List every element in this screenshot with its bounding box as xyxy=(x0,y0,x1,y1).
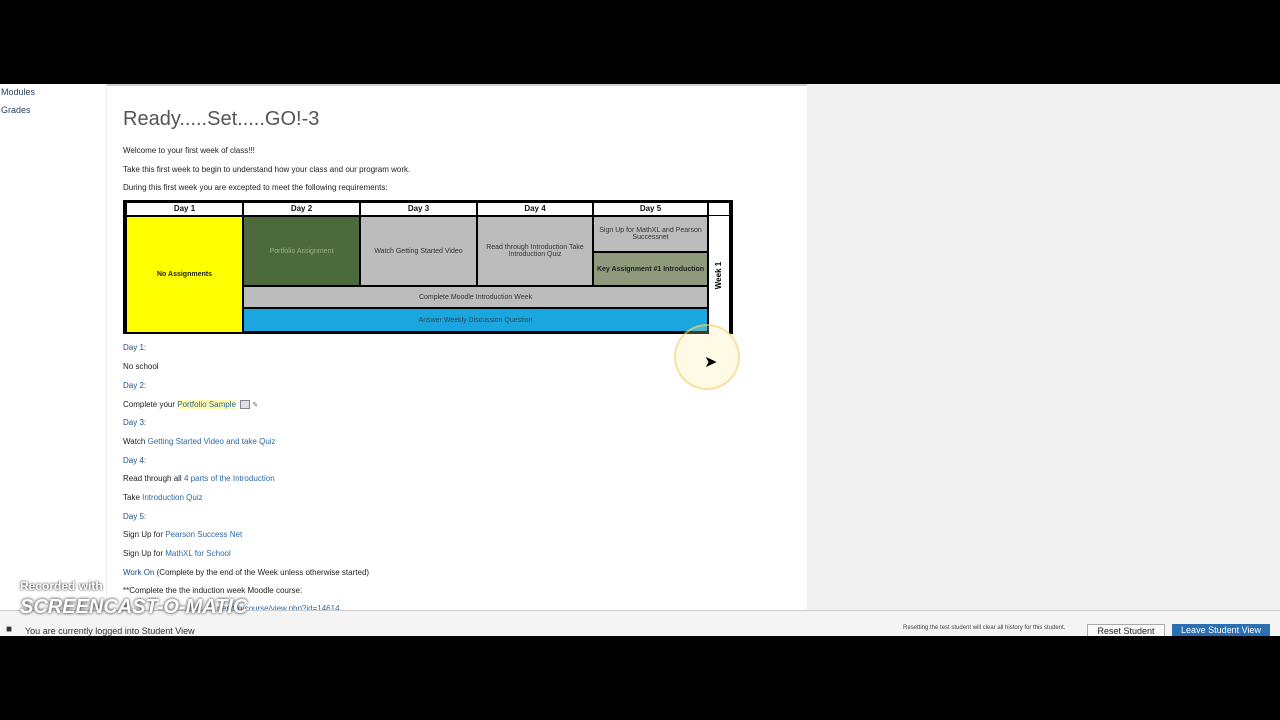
introduction-parts-link[interactable]: 4 parts of the Introduction xyxy=(184,474,275,483)
right-pane xyxy=(807,84,1280,610)
moodle-note: **Complete the the induction week Moodle… xyxy=(123,586,303,595)
left-nav: Modules Grades xyxy=(0,84,105,120)
watermark-logo: SCREENCAST-O-MATIC xyxy=(20,596,248,618)
day4-line: Read through all 4 parts of the Introduc… xyxy=(123,474,275,483)
cell-day1-no-assignments: No Assignments xyxy=(127,217,242,332)
header-blank xyxy=(709,203,729,215)
schedule-table: Day 1 Day 2 Day 3 Day 4 Day 5 No Assignm… xyxy=(123,200,733,334)
week-label-text: Week 1 xyxy=(714,261,724,289)
page: Modules Grades Ready.....Set.....GO!-3 W… xyxy=(0,84,1280,636)
day2-prefix: Complete your xyxy=(123,400,178,409)
introduction-quiz-link[interactable]: Introduction Quiz xyxy=(142,493,202,502)
header-day-2: Day 2 xyxy=(244,203,359,215)
header-day-1: Day 1 xyxy=(127,203,242,215)
cell-day4-introduction: Read through Introduction Take Introduct… xyxy=(478,217,592,285)
header-day-3: Day 3 xyxy=(361,203,476,215)
header-day-5: Day 5 xyxy=(594,203,707,215)
day5-label: Day 5: xyxy=(123,512,147,521)
week-label: Week 1 xyxy=(709,260,729,290)
day3-prefix: Watch xyxy=(123,437,148,446)
watermark-recorded: Recorded with xyxy=(20,579,103,593)
cell-day5-key-assignment: Key Assignment #1 Introduction xyxy=(594,253,707,285)
logged-in-text: You are currently logged into Student Vi… xyxy=(25,626,195,636)
day5-mathxl-line: Sign Up for MathXL for School xyxy=(123,549,231,558)
intro-requirements: During this first week you are excepted … xyxy=(123,183,388,192)
person-icon: ■ xyxy=(6,624,13,635)
intro-take: Take this first week to begin to underst… xyxy=(123,165,411,174)
work-on-label: Work On xyxy=(123,568,155,577)
work-on-text: (Complete by the end of the Week unless … xyxy=(154,568,370,577)
pencil-icon[interactable]: ✎ xyxy=(252,402,258,409)
cell-day2-portfolio: Portfolio Assignment xyxy=(244,217,359,285)
mathxl-link[interactable]: MathXL for School xyxy=(165,549,231,558)
day4-prefix: Read through all xyxy=(123,474,184,483)
day3-line: Watch Getting Started Video and take Qui… xyxy=(123,437,276,446)
nav-item-grades[interactable]: Grades xyxy=(0,102,105,120)
day1-label: Day 1: xyxy=(123,343,147,352)
page-title: Ready.....Set.....GO!-3 xyxy=(123,108,320,130)
cell-day5-signup: Sign Up for MathXL and Pearson Successne… xyxy=(594,217,707,251)
day5-prefix: Sign Up for xyxy=(123,530,166,539)
cell-day3-video: Watch Getting Started Video xyxy=(361,217,476,285)
leave-student-view-button[interactable]: Leave Student View xyxy=(1172,624,1270,636)
day3-label: Day 3: xyxy=(123,418,147,427)
reset-warning: Resetting the test student will clear al… xyxy=(903,625,1066,631)
cell-moodle-week: Complete Moodle Introduction Week xyxy=(244,287,707,307)
day4-label: Day 4: xyxy=(123,456,147,465)
day2-line: Complete your Portfolio Sample ✎ xyxy=(123,400,258,410)
header-day-4: Day 4 xyxy=(478,203,592,215)
nav-item-modules[interactable]: Modules xyxy=(0,84,105,102)
day2-label: Day 2: xyxy=(123,381,147,390)
mouse-pointer-icon: ➤ xyxy=(704,354,718,371)
day5-mathxl-prefix: Sign Up for xyxy=(123,549,166,558)
cell-discussion: Answer Weekly Discussion Question xyxy=(244,309,707,331)
day4-quiz-line: Take Introduction Quiz xyxy=(123,493,203,502)
pearson-link[interactable]: Pearson Success Net xyxy=(165,530,242,539)
day1-text: No school xyxy=(123,362,159,371)
edit-icon[interactable] xyxy=(240,400,251,410)
portfolio-sample-link[interactable]: Portfolio Sample xyxy=(177,400,236,409)
day4-quiz-prefix: Take xyxy=(123,493,143,502)
reset-student-button[interactable]: Reset Student xyxy=(1087,624,1165,636)
day5-line: Sign Up for Pearson Success Net xyxy=(123,530,242,539)
getting-started-link[interactable]: Getting Started Video and take Quiz xyxy=(148,437,276,446)
work-on-line: Work On (Complete by the end of the Week… xyxy=(123,568,369,577)
intro-welcome: Welcome to your first week of class!!! xyxy=(123,146,255,155)
